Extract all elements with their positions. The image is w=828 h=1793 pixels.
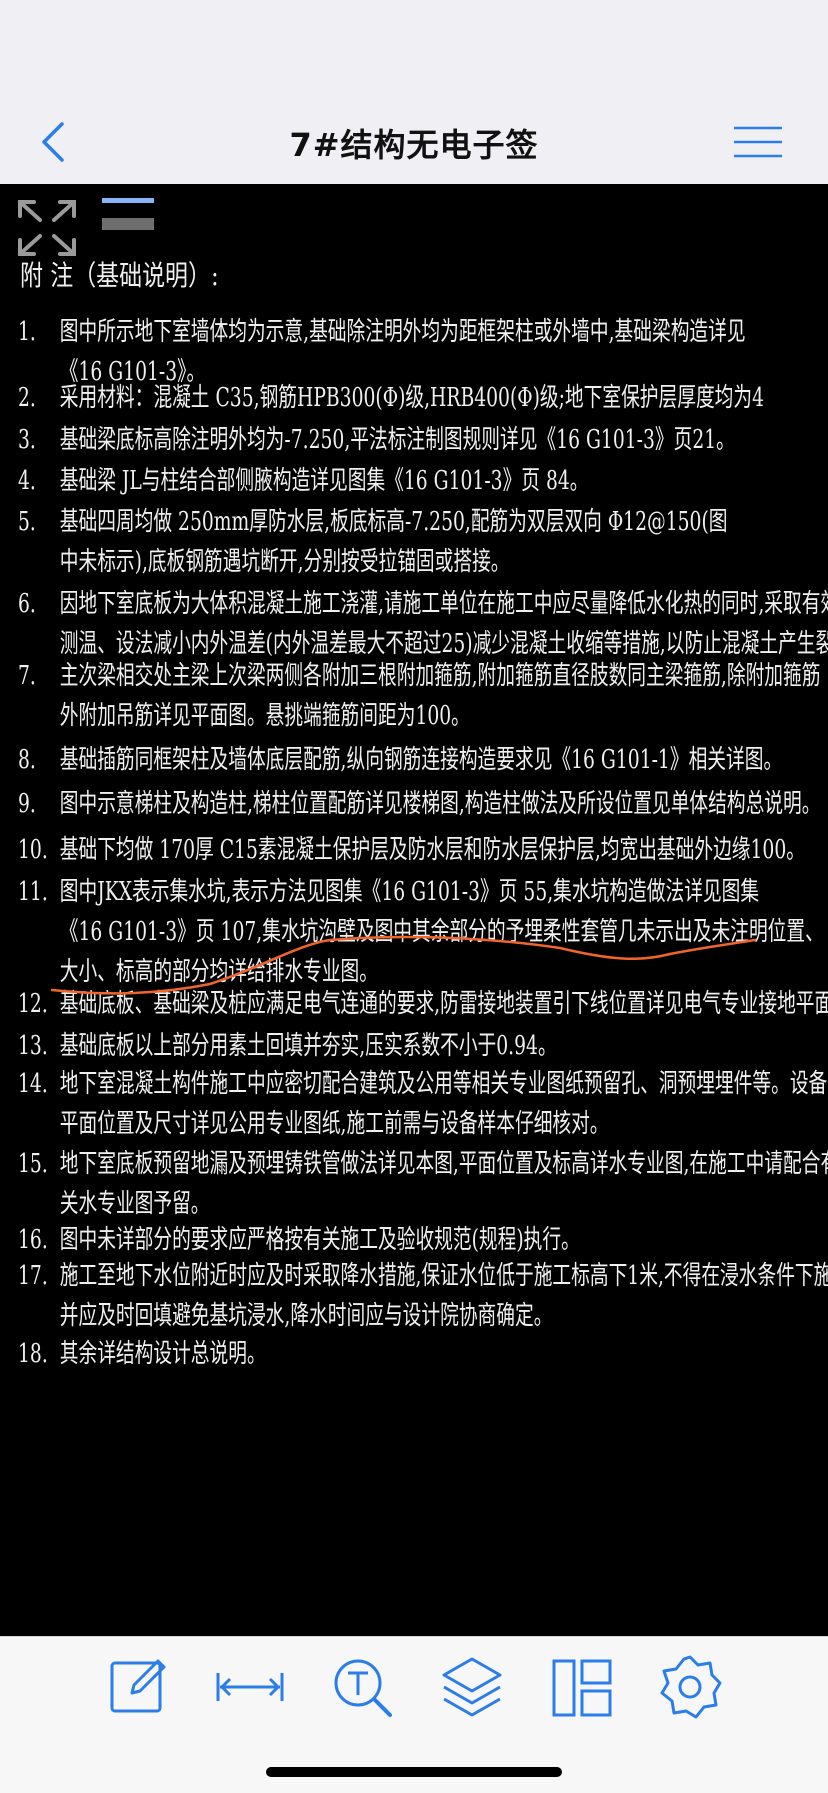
- page-title: 7#结构无电子签: [289, 126, 539, 164]
- note-item: 7. 主次梁相交处主梁上次梁两侧各附加三根附加箍筋,附加箍筋直径肢数同主梁箍筋,除…: [18, 656, 820, 736]
- note-line: 基础四周均做 250mm厚防水层,板底标高-7.250,配筋为双层双向 Φ12@…: [59, 507, 728, 537]
- text-search-button[interactable]: [326, 1651, 398, 1723]
- note-item: 18. 其余详结构设计总说明。: [18, 1334, 266, 1374]
- note-number: 16.: [18, 1225, 48, 1255]
- bottom-toolbar: [0, 1636, 828, 1793]
- note-number: 3.: [18, 425, 36, 455]
- note-item: 11. 图中JKX表示集水坑,表示方法见图集《16 G101-3》页 55,集水坑…: [18, 872, 824, 992]
- measure-button[interactable]: [214, 1651, 286, 1723]
- annotate-button[interactable]: [102, 1651, 174, 1723]
- note-number: 14.: [18, 1069, 48, 1099]
- settings-icon: [660, 1655, 722, 1719]
- note-item: 15. 地下室底板预留地漏及预埋铸铁管做法详见本图,平面位置及标高详水专业图,在施…: [18, 1144, 828, 1224]
- note-number: 13.: [18, 1031, 48, 1061]
- drawing-notes-title: 附 注（基础说明）:: [20, 259, 219, 292]
- text-search-icon: [334, 1659, 392, 1717]
- layer-swatch[interactable]: [100, 196, 156, 232]
- note-line: 地下室混凝土构件施工中应密切配合建筑及公用等相关专业图纸预留孔、洞预埋埋件等。设…: [59, 1069, 828, 1099]
- note-item: 9. 图中示意梯柱及构造柱,梯柱位置配筋详见楼梯图,构造柱做法及所设位置见单体结构…: [18, 784, 820, 824]
- menu-button[interactable]: [732, 122, 784, 162]
- expand-arrows-icon: [18, 200, 76, 256]
- note-number: 2.: [18, 383, 36, 413]
- note-number: 5.: [18, 507, 36, 537]
- note-number: 7.: [18, 661, 36, 691]
- note-item: 12. 基础底板、基础梁及桩应满足电气连通的要求,防雷接地装置引下线位置详见电气专…: [18, 984, 828, 1024]
- layers-button[interactable]: [436, 1651, 508, 1723]
- note-number: 6.: [18, 589, 36, 619]
- note-line: 图中所示地下室墙体均为示意,基础除注明外均为距框架柱或外墙中,基础梁构造详见: [59, 317, 746, 347]
- note-item: 10. 基础下均做 170厚 C15素混凝土保护层及防水层和防水层保护层,均宽出基…: [18, 830, 805, 870]
- note-line: 因地下室底板为大体积混凝土施工浇灌,请施工单位在施工中应尽量降低水化热的同时,采…: [59, 589, 828, 619]
- measure-icon: [216, 1673, 284, 1701]
- note-line: 主次梁相交处主梁上次梁两侧各附加三根附加箍筋,附加箍筋直径肢数同主梁箍筋,除附加…: [59, 661, 821, 691]
- note-line: 基础梁底标高除注明外均为-7.250,平法标注制图规则详见《16 G101-3》…: [59, 425, 735, 455]
- note-number: 11.: [18, 877, 48, 907]
- note-item: 5. 基础四周均做 250mm厚防水层,板底标高-7.250,配筋为双层双向 Φ1…: [18, 502, 727, 582]
- layers-icon: [442, 1657, 502, 1717]
- note-number: 10.: [18, 835, 48, 865]
- status-bar: [0, 0, 828, 100]
- note-item: 2. 采用材料：混凝土 C35,钢筋HPB300(Φ)级,HRB400(Φ)级;地…: [18, 378, 764, 418]
- note-item: 3. 基础梁底标高除注明外均为-7.250,平法标注制图规则详见《16 G101-…: [18, 420, 735, 460]
- note-item: 6. 因地下室底板为大体积混凝土施工浇灌,请施工单位在施工中应尽量降低水化热的同时…: [18, 584, 828, 664]
- note-line: 外附加吊筋详见平面图。悬挑端箍筋间距为100。: [59, 701, 470, 731]
- note-number: 12.: [18, 989, 48, 1019]
- note-line: 图中未详部分的要求应严格按有关施工及验收规范(规程)执行。: [59, 1225, 580, 1255]
- note-line: 基础插筋同框架柱及墙体底层配筋,纵向钢筋连接构造要求见《16 G101-1》相关…: [59, 745, 783, 775]
- note-item: 14. 地下室混凝土构件施工中应密切配合建筑及公用等相关专业图纸预留孔、洞预埋埋件…: [18, 1064, 828, 1144]
- note-number: 17.: [18, 1261, 48, 1291]
- layer-lines-icon: [102, 198, 154, 230]
- drawing-canvas[interactable]: 附 注（基础说明）: 1. 图中所示地下室墙体均为示意,基础除注明外均为距框架柱或…: [0, 184, 828, 1636]
- note-line: 关水专业图予留。: [59, 1189, 210, 1219]
- note-line: 基础下均做 170厚 C15素混凝土保护层及防水层和防水层保护层,均宽出基础外边…: [59, 835, 805, 865]
- note-number: 9.: [18, 789, 36, 819]
- note-line: 图中示意梯柱及构造柱,梯柱位置配筋详见楼梯图,构造柱做法及所设位置见单体结构总说…: [59, 789, 821, 819]
- note-number: 15.: [18, 1149, 48, 1179]
- note-item: 17. 施工至地下水位附近时应及时采取降水措施,保证水位低于施工标高下1米,不得在…: [18, 1256, 828, 1336]
- note-line: 平面位置及尺寸详见公用专业图纸,施工前需与设备样本仔细核对。: [59, 1109, 609, 1139]
- note-item: 13. 基础底板以上部分用素土回填并夯实,压实系数不小于0.94。: [18, 1026, 557, 1066]
- note-line: 基础梁 JL与柱结合部侧腋构造详见图集《16 G101-3》页 84。: [59, 466, 589, 496]
- note-number: 8.: [18, 745, 36, 775]
- note-line: 地下室底板预留地漏及预埋铸铁管做法详见本图,平面位置及标高详水专业图,在施工中请…: [59, 1149, 828, 1179]
- note-number: 4.: [18, 466, 36, 496]
- layout-icon: [552, 1659, 612, 1717]
- note-line: 中未标示),底板钢筋遇坑断开,分别按受拉锚固或搭接。: [59, 547, 510, 577]
- note-item: 8. 基础插筋同框架柱及墙体底层配筋,纵向钢筋连接构造要求见《16 G101-1》…: [18, 740, 782, 780]
- note-line: 施工至地下水位附近时应及时采取降水措施,保证水位低于施工标高下1米,不得在浸水条…: [59, 1261, 828, 1291]
- note-number: 1.: [18, 317, 36, 347]
- settings-button[interactable]: [654, 1651, 726, 1723]
- note-line: 采用材料：混凝土 C35,钢筋HPB300(Φ)级,HRB400(Φ)级;地下室…: [59, 383, 765, 413]
- navigation-bar: 7#结构无电子签: [0, 100, 828, 184]
- note-line: 并应及时回填避免基坑浸水,降水时间应与设计院协商确定。: [59, 1301, 553, 1331]
- layout-button[interactable]: [546, 1651, 618, 1723]
- note-line: 基础底板以上部分用素土回填并夯实,压实系数不小于0.94。: [59, 1031, 557, 1061]
- home-indicator: [266, 1767, 562, 1777]
- note-line: 《16 G101-3》页 107,集水坑沟壁及图中其余部分的予埋柔性套管几未示出…: [59, 917, 824, 947]
- note-line: 其余详结构设计总说明。: [59, 1339, 266, 1369]
- hamburger-menu-icon: [734, 126, 782, 158]
- note-line: 图中JKX表示集水坑,表示方法见图集《16 G101-3》页 55,集水坑构造做…: [59, 877, 760, 907]
- note-item: 16. 图中未详部分的要求应严格按有关施工及验收规范(规程)执行。: [18, 1220, 580, 1260]
- note-number: 18.: [18, 1339, 48, 1369]
- fit-screen-button[interactable]: [14, 196, 80, 260]
- note-item: 4. 基础梁 JL与柱结合部侧腋构造详见图集《16 G101-3》页 84。: [18, 461, 589, 501]
- note-line: 基础底板、基础梁及桩应满足电气连通的要求,防雷接地装置引下线位置详见电气专业接地…: [59, 989, 828, 1019]
- edit-icon: [110, 1659, 166, 1713]
